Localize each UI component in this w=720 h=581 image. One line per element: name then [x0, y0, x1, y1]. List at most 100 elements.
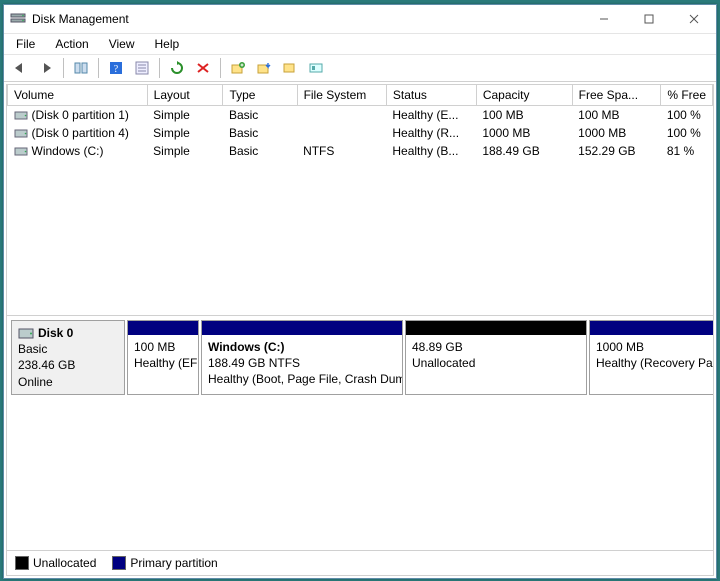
show-hide-tree-icon[interactable] — [69, 56, 93, 80]
partition-sub: 100 MB — [134, 339, 192, 355]
partition[interactable]: Windows (C:)188.49 GB NTFSHealthy (Boot,… — [201, 320, 403, 395]
cell-status: Healthy (R... — [386, 124, 476, 142]
partition-status: Unallocated — [412, 355, 580, 371]
toolbar: ? — [4, 55, 716, 82]
cell-free: 1000 MB — [572, 124, 661, 142]
col-pctfree[interactable]: % Free — [661, 85, 713, 106]
partition-stripe — [406, 321, 586, 335]
disk-status: Online — [18, 374, 118, 390]
partition-status: Healthy (Recovery Pa — [596, 355, 713, 371]
settings-icon[interactable] — [304, 56, 328, 80]
disk-icon — [18, 327, 34, 341]
cell-type: Basic — [223, 106, 297, 125]
disk-name: Disk 0 — [38, 326, 73, 340]
menu-view[interactable]: View — [101, 35, 143, 53]
cell-capacity: 100 MB — [476, 106, 572, 125]
disk-type: Basic — [18, 341, 118, 357]
cell-fs — [297, 106, 386, 125]
col-volume[interactable]: Volume — [8, 85, 148, 106]
toolbar-separator — [98, 58, 99, 78]
partition-name: Windows (C:) — [208, 339, 396, 355]
disk-info[interactable]: Disk 0 Basic 238.46 GB Online — [11, 320, 125, 395]
cell-status: Healthy (E... — [386, 106, 476, 125]
table-row[interactable]: Windows (C:)SimpleBasicNTFSHealthy (B...… — [8, 142, 713, 160]
toolbar-separator — [220, 58, 221, 78]
window-title: Disk Management — [32, 12, 581, 26]
toolbar-separator — [63, 58, 64, 78]
disk-row: Disk 0 Basic 238.46 GB Online 100 MBHeal… — [11, 320, 709, 395]
cell-fs: NTFS — [297, 142, 386, 160]
partition[interactable]: 1000 MBHealthy (Recovery Pa — [589, 320, 713, 395]
partition-status: Healthy (Boot, Page File, Crash Dump, B — [208, 371, 396, 387]
cell-free: 100 MB — [572, 106, 661, 125]
attach-vhd-icon[interactable] — [252, 56, 276, 80]
maximize-button[interactable] — [626, 5, 671, 33]
cell-status: Healthy (B... — [386, 142, 476, 160]
volume-table: Volume Layout Type File System Status Ca… — [7, 85, 713, 160]
app-icon — [10, 11, 26, 27]
cell-pctfree: 100 % — [661, 124, 713, 142]
col-status[interactable]: Status — [386, 85, 476, 106]
legend: Unallocated Primary partition — [7, 550, 713, 575]
cell-layout: Simple — [147, 106, 223, 125]
forward-arrow-icon[interactable] — [34, 56, 58, 80]
cell-pctfree: 100 % — [661, 106, 713, 125]
delete-icon[interactable] — [191, 56, 215, 80]
disk-size: 238.46 GB — [18, 357, 118, 373]
swatch-primary-icon — [112, 556, 126, 570]
help-icon[interactable]: ? — [104, 56, 128, 80]
col-fs[interactable]: File System — [297, 85, 386, 106]
cell-layout: Simple — [147, 142, 223, 160]
svg-text:?: ? — [114, 64, 119, 75]
cell-layout: Simple — [147, 124, 223, 142]
volume-icon — [14, 110, 28, 122]
partition-sub: 48.89 GB — [412, 339, 580, 355]
table-row[interactable]: (Disk 0 partition 4)SimpleBasic Healthy (… — [8, 124, 713, 142]
menu-help[interactable]: Help — [147, 35, 188, 53]
volume-list-pane[interactable]: Volume Layout Type File System Status Ca… — [7, 85, 713, 316]
partition-status: Healthy (EFI S — [134, 355, 192, 371]
legend-unallocated: Unallocated — [15, 556, 96, 571]
col-capacity[interactable]: Capacity — [476, 85, 572, 106]
volume-header-row: Volume Layout Type File System Status Ca… — [8, 85, 713, 106]
cell-volume: (Disk 0 partition 1) — [8, 106, 148, 125]
minimize-button[interactable] — [581, 5, 626, 33]
cell-type: Basic — [223, 124, 297, 142]
properties-icon[interactable] — [130, 56, 154, 80]
cell-volume: Windows (C:) — [8, 142, 148, 160]
action-icon[interactable] — [278, 56, 302, 80]
volume-icon — [14, 128, 28, 140]
disk-map-pane[interactable]: Disk 0 Basic 238.46 GB Online 100 MBHeal… — [7, 316, 713, 550]
cell-type: Basic — [223, 142, 297, 160]
menu-file[interactable]: File — [8, 35, 43, 53]
refresh-icon[interactable] — [165, 56, 189, 80]
table-row[interactable]: (Disk 0 partition 1)SimpleBasic Healthy (… — [8, 106, 713, 125]
disk-management-window: Disk Management File Action View Help ? … — [3, 4, 717, 579]
titlebar: Disk Management — [4, 5, 716, 34]
create-vhd-icon[interactable] — [226, 56, 250, 80]
window-controls — [581, 5, 716, 33]
cell-fs — [297, 124, 386, 142]
legend-primary: Primary partition — [112, 556, 217, 571]
partition-stripe — [590, 321, 713, 335]
partition-sub: 1000 MB — [596, 339, 713, 355]
cell-pctfree: 81 % — [661, 142, 713, 160]
menu-action[interactable]: Action — [47, 35, 96, 53]
close-button[interactable] — [671, 5, 716, 33]
cell-capacity: 1000 MB — [476, 124, 572, 142]
content: Volume Layout Type File System Status Ca… — [6, 84, 714, 576]
partition-stripe — [202, 321, 402, 335]
cell-free: 152.29 GB — [572, 142, 661, 160]
col-type[interactable]: Type — [223, 85, 297, 106]
cell-volume: (Disk 0 partition 4) — [8, 124, 148, 142]
swatch-unallocated-icon — [15, 556, 29, 570]
partition-sub: 188.49 GB NTFS — [208, 355, 396, 371]
partitions: 100 MBHealthy (EFI SWindows (C:)188.49 G… — [125, 320, 713, 395]
partition[interactable]: 100 MBHealthy (EFI S — [127, 320, 199, 395]
col-free[interactable]: Free Spa... — [572, 85, 661, 106]
back-arrow-icon[interactable] — [8, 56, 32, 80]
col-layout[interactable]: Layout — [147, 85, 223, 106]
toolbar-separator — [159, 58, 160, 78]
partition-stripe — [128, 321, 198, 335]
partition[interactable]: 48.89 GBUnallocated — [405, 320, 587, 395]
